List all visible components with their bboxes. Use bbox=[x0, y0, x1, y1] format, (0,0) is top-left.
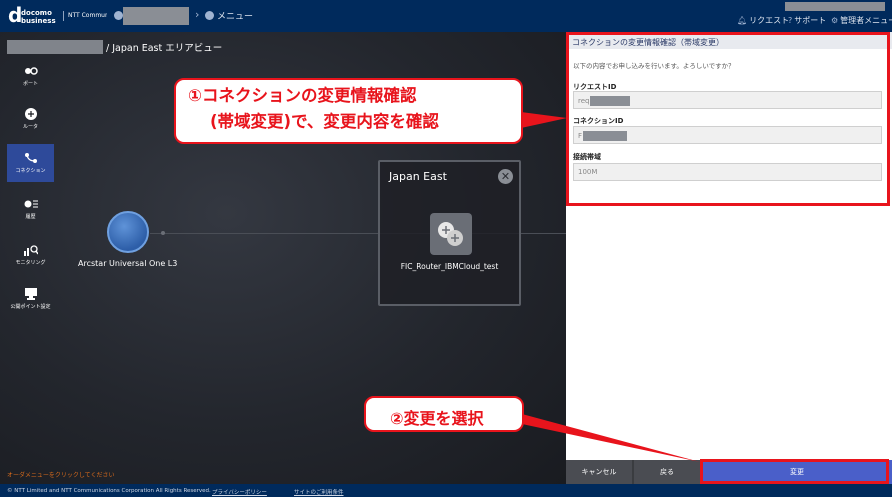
breadcrumb-menu[interactable]: メニュー bbox=[217, 9, 253, 22]
action-bar: キャンセル 戻る 変更 bbox=[566, 460, 892, 484]
back-button[interactable]: 戻る bbox=[634, 460, 700, 484]
sidebar-item-connection[interactable]: コネクション bbox=[7, 144, 54, 182]
area-title-text: / Japan East エリアビュー bbox=[106, 43, 223, 54]
top-bar: d docomo business NTT Communications › メ… bbox=[0, 0, 892, 32]
breadcrumb-home-icon[interactable] bbox=[114, 11, 123, 20]
connection-id-prefix: F bbox=[578, 132, 583, 140]
sidebar-item-label: ポート bbox=[22, 81, 38, 87]
sidebar-item-port[interactable]: ポート bbox=[7, 57, 54, 95]
port-icon bbox=[24, 67, 38, 75]
breadcrumb-menu-icon bbox=[205, 11, 214, 20]
bell-icon: 🔔︎ bbox=[737, 16, 748, 25]
connection-id-field: F bbox=[573, 126, 882, 144]
account-masked bbox=[785, 2, 885, 11]
monitoring-icon bbox=[23, 245, 38, 256]
connection-id-label: コネクションID bbox=[573, 117, 624, 125]
terms-link[interactable]: サイトのご利用条件 bbox=[294, 488, 344, 496]
panel-title: コネクションの変更情報確認（帯域変更） bbox=[566, 32, 892, 49]
page: { "header": { "logo_mark": "d", "logo_li… bbox=[0, 0, 892, 497]
docomo-business-logo[interactable]: d docomo business bbox=[8, 4, 60, 28]
sidebar-item-label: 公開ポイント設定 bbox=[10, 304, 51, 310]
network-node-globe-icon[interactable] bbox=[107, 211, 149, 253]
area-name: Japan East bbox=[389, 170, 447, 183]
breadcrumb-masked-item[interactable] bbox=[123, 7, 189, 25]
sidebar-item-history[interactable]: 履歴 bbox=[7, 190, 54, 228]
area-title-masked bbox=[7, 40, 103, 54]
footer: © NTT Limited and NTT Communications Cor… bbox=[0, 484, 892, 497]
sidebar-item-router[interactable]: ルータ bbox=[7, 100, 54, 138]
sidebar-item-monitoring[interactable]: モニタリング bbox=[7, 236, 54, 274]
sidebar-item-label: ルータ bbox=[22, 124, 38, 130]
connection-line-dot bbox=[161, 231, 165, 235]
publish-point-icon bbox=[24, 288, 37, 300]
ntt-logo: NTT Communications bbox=[63, 11, 107, 21]
history-icon bbox=[24, 200, 38, 208]
router-node-icon[interactable] bbox=[430, 213, 472, 255]
change-button[interactable]: 変更 bbox=[702, 460, 892, 484]
gear-icon: ⚙ bbox=[831, 16, 839, 25]
copyright: © NTT Limited and NTT Communications Cor… bbox=[7, 488, 211, 494]
area-view-title: / Japan East エリアビュー bbox=[7, 40, 222, 54]
sidebar-item-label: モニタリング bbox=[15, 260, 46, 266]
request-link-label: リクエスト bbox=[749, 16, 790, 25]
admin-menu-link[interactable]: ⚙ 管理者メニュー bbox=[831, 15, 892, 26]
bandwidth-label: 接続帯域 bbox=[573, 153, 601, 161]
masked-value bbox=[590, 96, 631, 106]
request-link[interactable]: 🔔︎ リクエスト bbox=[737, 15, 789, 26]
bandwidth-field: 100M bbox=[573, 163, 882, 181]
support-link-label: サポート bbox=[794, 16, 827, 25]
order-menu-hint: オーダメニューをクリックしてください bbox=[7, 472, 115, 479]
network-node-label: Arcstar Universal One L3 bbox=[78, 259, 178, 268]
sidebar-item-publish-point[interactable]: 公開ポイント設定 bbox=[7, 280, 54, 318]
callout-confirm-details: ①コネクションの変更情報確認 (帯域変更)で、変更内容を確認 bbox=[174, 78, 523, 144]
support-link[interactable]: ? サポート bbox=[788, 15, 826, 26]
privacy-policy-link[interactable]: プライバシーポリシー bbox=[212, 488, 267, 496]
help-icon: ? bbox=[788, 16, 793, 25]
cancel-button[interactable]: キャンセル bbox=[566, 460, 632, 484]
area-container[interactable]: Japan East ✕ FIC_Router_IBMCloud_test bbox=[378, 160, 521, 306]
confirm-panel: コネクションの変更情報確認（帯域変更） 以下の内容でお申し込みを行います。よろし… bbox=[566, 32, 892, 460]
router-label: FIC_Router_IBMCloud_test bbox=[400, 262, 499, 271]
admin-menu-link-label: 管理者メニュー bbox=[840, 16, 892, 25]
callout1-line1: ①コネクションの変更情報確認 bbox=[188, 86, 417, 105]
logo-line2: business bbox=[21, 17, 56, 25]
sidebar-item-label: 履歴 bbox=[25, 214, 36, 220]
masked-value bbox=[583, 131, 628, 141]
connection-icon bbox=[24, 153, 37, 163]
sidebar-item-label: コネクション bbox=[15, 168, 46, 174]
panel-message: 以下の内容でお申し込みを行います。よろしいですか？ bbox=[573, 62, 735, 70]
request-id-field: req bbox=[573, 91, 882, 109]
breadcrumb-separator: › bbox=[195, 8, 200, 21]
request-id-prefix: req bbox=[578, 97, 590, 105]
callout-select-change: ②変更を選択 bbox=[364, 396, 524, 432]
callout1-line2: (帯域変更)で、変更内容を確認 bbox=[210, 112, 439, 131]
router-glyph-icon bbox=[438, 222, 463, 246]
close-icon[interactable]: ✕ bbox=[498, 169, 513, 184]
router-icon bbox=[24, 108, 37, 120]
logo-line1: docomo bbox=[21, 9, 52, 17]
